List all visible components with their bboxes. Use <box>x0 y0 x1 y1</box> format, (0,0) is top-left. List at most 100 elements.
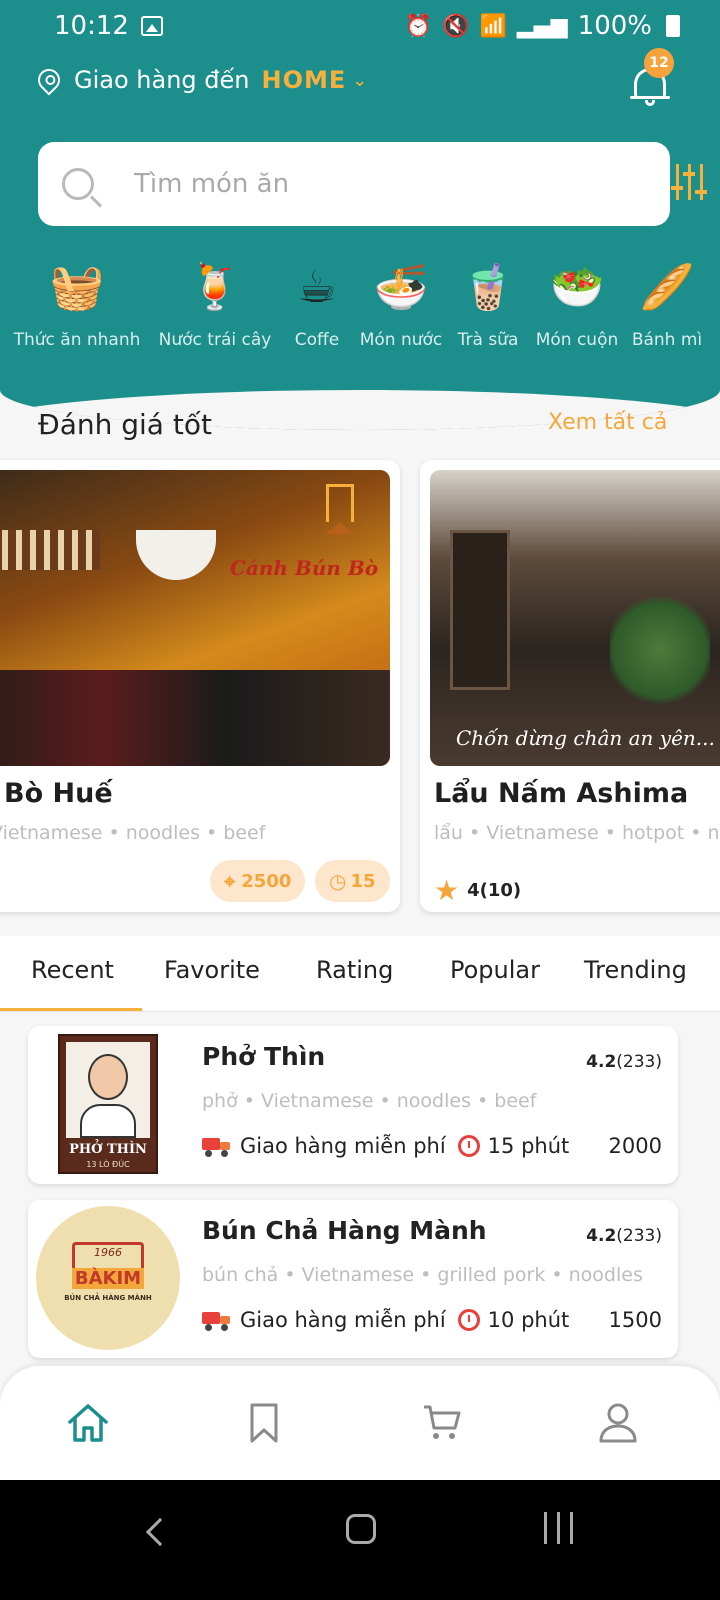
timer-icon <box>457 1309 480 1331</box>
door-image <box>450 530 510 690</box>
delivery-location[interactable]: Giao hàng đến HOME ⌄ <box>33 64 367 96</box>
logo-year: 1966 <box>94 1246 122 1259</box>
status-bar: 10:12 ⏰ 🔇 📶 ▂▄▆ 100% <box>54 8 680 44</box>
restaurant-name: Phở Thìn <box>202 1042 326 1071</box>
price-value: 1500 <box>608 1308 662 1332</box>
category-label: Thức ăn nhanh <box>13 330 141 350</box>
awning-image <box>0 530 100 570</box>
tab-trending[interactable]: Trending <box>584 956 687 984</box>
rating-count: (233) <box>616 1226 662 1246</box>
distance-badge: ⌖ 2500 <box>210 860 306 902</box>
logo-text: BÀKIM <box>72 1268 144 1289</box>
category-noodle-soup[interactable]: 🍜 Món nước <box>358 256 444 350</box>
delivery-text: Giao hàng miễn phí <box>240 1134 446 1158</box>
restaurant-rating: 4.2(233) <box>586 1226 662 1246</box>
logo-subtext: 13 LÒ ĐÚC <box>86 1160 130 1169</box>
cart-icon[interactable] <box>422 1402 462 1442</box>
category-milk-tea[interactable]: 🧋 Trà sữa <box>444 256 532 350</box>
bowl-image <box>136 530 216 580</box>
distance-value: 2500 <box>241 870 292 892</box>
restaurant-rating: 4.2(233) <box>586 1052 662 1072</box>
delivery-time: 15 phút <box>487 1134 570 1158</box>
restaurant-tags: Vietnamese • noodles • beef <box>0 822 266 844</box>
bread-icon: 🥖 <box>639 262 695 313</box>
chevron-down-icon[interactable]: ⌄ <box>352 70 367 91</box>
battery-percent: 100% <box>577 11 652 41</box>
restaurant-tags: bún chả • Vietnamese • grilled pork • no… <box>202 1264 643 1286</box>
logo-subtext: BÚN CHẢ HÀNG MÀNH <box>64 1294 152 1302</box>
time-badge: ◷ 15 <box>315 860 390 902</box>
deliver-label: Giao hàng đến <box>74 66 250 94</box>
delivery-time: 10 phút <box>487 1308 570 1332</box>
category-label: Coffe <box>294 330 340 350</box>
shop-sign-text: Cánh Bún Bò <box>230 556 379 580</box>
home-icon[interactable] <box>66 1402 110 1444</box>
deliver-place[interactable]: HOME <box>262 66 347 94</box>
profile-icon[interactable] <box>598 1402 638 1444</box>
coffee-icon: ☕ <box>297 261 337 313</box>
search-icon <box>62 168 94 200</box>
logo-text: PHỞ THÌN <box>69 1142 147 1157</box>
restaurant-logo: PHỞ THÌN 13 LÒ ĐÚC <box>58 1034 158 1174</box>
restaurant-meta: Giao hàng miễn phí 10 phút 1500 <box>202 1308 662 1332</box>
category-label: Nước trái cây <box>158 330 272 350</box>
recent-apps-icon[interactable] <box>544 1512 574 1544</box>
restaurant-photo: Chốn dừng chân an yên... <box>430 470 720 766</box>
restaurant-name: Lẩu Nấm Ashima <box>434 778 689 809</box>
active-tab-indicator <box>0 1008 142 1011</box>
category-label: Món nước <box>359 330 443 350</box>
location-pin-icon: ⌖ <box>224 869 236 893</box>
category-coffee[interactable]: ☕ Coffe <box>276 256 358 351</box>
category-list: 🧺 Thức ăn nhanh 🍹 Nước trái cây ☕ Coffe … <box>0 256 720 351</box>
tab-recent[interactable]: Recent <box>31 956 114 984</box>
header: 10:12 ⏰ 🔇 📶 ▂▄▆ 100% Giao hàng đến HOME … <box>0 0 720 430</box>
location-pin-icon <box>33 64 65 96</box>
search-bar[interactable] <box>38 142 670 226</box>
tree-image <box>610 590 710 710</box>
restaurant-card[interactable]: Cánh Bún Bò Bò Huế Vietnamese • noodles … <box>0 460 400 912</box>
restaurant-tags: lẩu • Vietnamese • hotpot • n <box>434 822 720 844</box>
signal-icon: ▂▄▆ <box>516 13 568 39</box>
tab-popular[interactable]: Popular <box>450 956 540 984</box>
restaurant-rating: ★ 4 (10) <box>434 874 521 907</box>
restaurant-list-item[interactable]: PHỞ THÌN 13 LÒ ĐÚC Phở Thìn 4.2(233) phở… <box>28 1026 678 1184</box>
filter-tabs: Recent Favorite Rating Popular Trending <box>0 936 720 1012</box>
filter-icon[interactable] <box>671 162 708 202</box>
timer-icon <box>457 1135 480 1157</box>
tab-rating[interactable]: Rating <box>316 956 393 984</box>
tab-favorite[interactable]: Favorite <box>164 956 260 984</box>
category-rolls[interactable]: 🥗 Món cuộn <box>532 256 622 350</box>
photo-caption: Chốn dừng chân an yên... <box>456 726 715 750</box>
battery-icon <box>666 15 680 37</box>
delivery-truck-icon <box>202 1136 232 1157</box>
gallery-icon <box>140 16 163 36</box>
category-fast-food[interactable]: 🧺 Thức ăn nhanh <box>0 256 154 350</box>
rating-count: (233) <box>616 1052 662 1072</box>
fast-food-icon: 🧺 <box>49 262 105 313</box>
status-time: 10:12 <box>54 11 129 41</box>
rating-value: 4 <box>467 880 480 901</box>
restaurant-name: Bún Chả Hàng Mành <box>202 1216 487 1245</box>
restaurant-tags: phở • Vietnamese • noodles • beef <box>202 1090 537 1112</box>
restaurant-card[interactable]: Chốn dừng chân an yên... Lẩu Nấm Ashima … <box>420 460 720 912</box>
delivery-text: Giao hàng miễn phí <box>240 1308 446 1332</box>
section-title: Đánh giá tốt <box>38 408 212 441</box>
category-bread[interactable]: 🥖 Bánh mì <box>622 256 712 350</box>
back-icon[interactable] <box>145 1517 175 1547</box>
bookmark-icon[interactable] <box>326 484 354 534</box>
search-input[interactable] <box>134 169 614 199</box>
home-button-icon[interactable] <box>346 1514 376 1544</box>
see-all-link[interactable]: Xem tất cả <box>548 410 667 435</box>
delivery-truck-icon <box>202 1310 232 1331</box>
rating-value: 4.2 <box>586 1226 617 1246</box>
star-icon: ★ <box>434 874 460 907</box>
noodle-bowl-icon: 🍜 <box>373 262 429 313</box>
bookmark-icon[interactable] <box>248 1402 280 1444</box>
restaurant-list-item[interactable]: 1966 BÀKIM BÚN CHẢ HÀNG MÀNH Bún Chả Hàn… <box>28 1200 678 1358</box>
roll-icon: 🥗 <box>549 262 605 313</box>
price-value: 2000 <box>608 1134 662 1158</box>
category-juice[interactable]: 🍹 Nước trái cây <box>154 256 276 350</box>
juice-icon: 🍹 <box>187 262 243 313</box>
system-navigation-bar <box>0 1480 720 1600</box>
restaurant-meta: Giao hàng miễn phí 15 phút 2000 <box>202 1134 662 1158</box>
